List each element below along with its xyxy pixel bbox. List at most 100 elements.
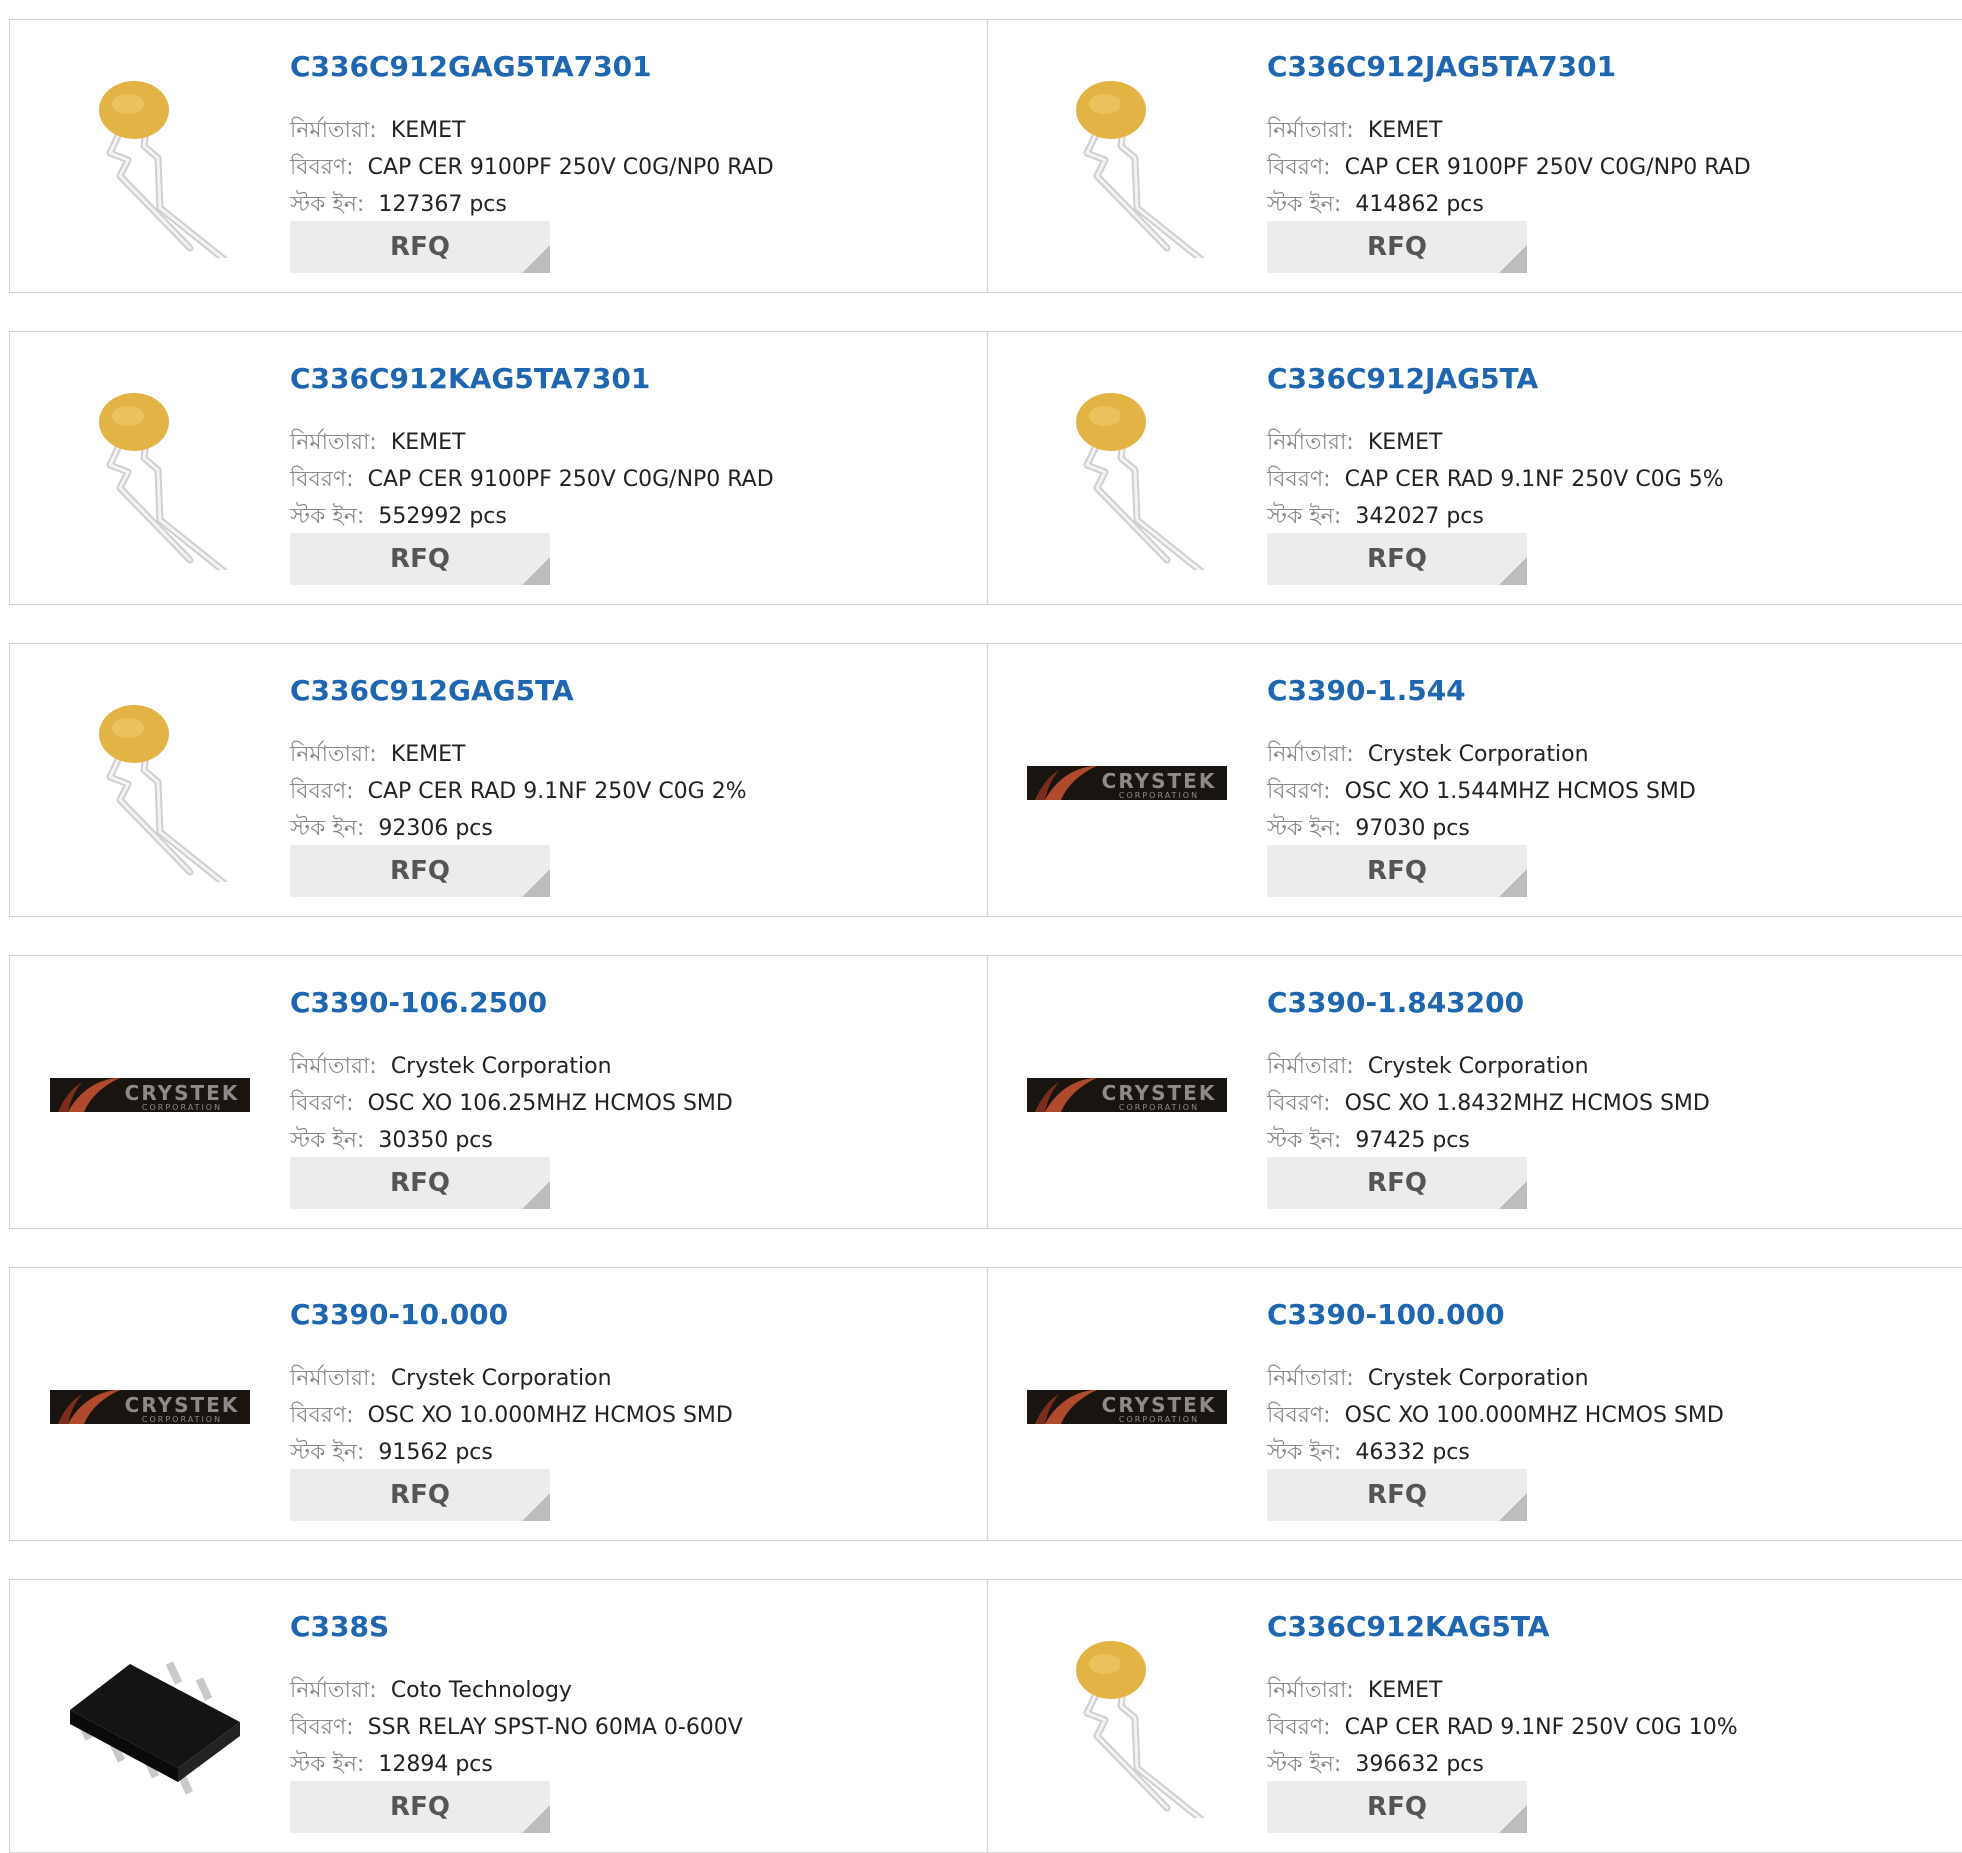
- part-number-link[interactable]: C336C912GAG5TA7301: [290, 50, 652, 83]
- product-card: CRYSTEK CORPORATION C3390-1.843200 নির্ম…: [987, 956, 1962, 1228]
- product-card: C338S নির্মাতারা: Coto Technology বিবরণ: S…: [10, 1580, 988, 1852]
- crystek-logo-icon: CRYSTEK CORPORATION: [1027, 766, 1227, 800]
- part-number-link[interactable]: C336C912GAG5TA: [290, 674, 574, 707]
- rfq-button[interactable]: RFQ: [290, 1157, 550, 1209]
- manufacturer-value: Coto Technology: [390, 1678, 572, 1703]
- description-label: বিবরণ:: [290, 1715, 354, 1740]
- rfq-button[interactable]: RFQ: [290, 1469, 550, 1521]
- manufacturer-label: নির্মাতারা:: [1267, 1366, 1354, 1391]
- description-value: CAP CER 9100PF 250V C0G/NP0 RAD: [1344, 155, 1751, 180]
- rfq-button[interactable]: RFQ: [1267, 1157, 1527, 1209]
- description-line: বিবরণ: OSC XO 10.000MHZ HCMOS SMD: [290, 1401, 733, 1431]
- product-image[interactable]: CRYSTEK CORPORATION: [50, 1306, 250, 1506]
- part-number-link[interactable]: C336C912KAG5TA: [1267, 1610, 1549, 1643]
- stock-label: স্টক ইন:: [290, 816, 365, 841]
- manufacturer-label: নির্মাতারা:: [1267, 1054, 1354, 1079]
- smd-relay-chip-icon: [70, 1661, 240, 1795]
- product-image[interactable]: [1027, 1618, 1227, 1818]
- description-line: বিবরণ: CAP CER RAD 9.1NF 250V C0G 2%: [290, 777, 747, 807]
- rfq-button[interactable]: RFQ: [1267, 1469, 1527, 1521]
- product-image[interactable]: CRYSTEK CORPORATION: [1027, 1306, 1227, 1506]
- part-number-link[interactable]: C3390-100.000: [1267, 1298, 1505, 1331]
- description-line: বিবরণ: OSC XO 1.8432MHZ HCMOS SMD: [1267, 1089, 1710, 1119]
- product-image[interactable]: [50, 682, 250, 882]
- svg-text:CORPORATION: CORPORATION: [1119, 1103, 1199, 1112]
- product-image[interactable]: CRYSTEK CORPORATION: [1027, 994, 1227, 1194]
- stock-value: 97030 pcs: [1355, 816, 1470, 841]
- stock-value: 12894 pcs: [378, 1752, 493, 1777]
- stock-value: 30350 pcs: [378, 1128, 493, 1153]
- product-row: C336C912KAG5TA7301 নির্মাতারা: KEMET বিবর…: [9, 331, 1962, 605]
- part-number-link[interactable]: C336C912KAG5TA7301: [290, 362, 650, 395]
- manufacturer-value: Crystek Corporation: [390, 1366, 612, 1391]
- ceramic-capacitor-icon: [1076, 393, 1206, 570]
- description-value: OSC XO 10.000MHZ HCMOS SMD: [367, 1403, 733, 1428]
- rfq-button[interactable]: RFQ: [1267, 845, 1527, 897]
- description-value: CAP CER RAD 9.1NF 250V C0G 2%: [367, 779, 747, 804]
- description-line: বিবরণ: CAP CER RAD 9.1NF 250V C0G 10%: [1267, 1713, 1738, 1743]
- stock-line: স্টক ইন: 97030 pcs: [1267, 814, 1470, 844]
- product-image[interactable]: CRYSTEK CORPORATION: [1027, 682, 1227, 882]
- rfq-button[interactable]: RFQ: [1267, 221, 1527, 273]
- product-image[interactable]: CRYSTEK CORPORATION: [50, 994, 250, 1194]
- manufacturer-label: নির্মাতারা:: [1267, 430, 1354, 455]
- manufacturer-label: নির্মাতারা:: [290, 1054, 377, 1079]
- description-value: CAP CER 9100PF 250V C0G/NP0 RAD: [367, 467, 774, 492]
- product-row: C336C912GAG5TA নির্মাতারা: KEMET বিবরণ: CA…: [9, 643, 1962, 917]
- part-number-link[interactable]: C3390-1.544: [1267, 674, 1466, 707]
- stock-label: স্টক ইন:: [290, 1440, 365, 1465]
- manufacturer-label: নির্মাতারা:: [1267, 1678, 1354, 1703]
- manufacturer-label: নির্মাতারা:: [290, 742, 377, 767]
- ceramic-capacitor-icon: [99, 705, 229, 882]
- stock-label: স্টক ইন:: [1267, 1128, 1342, 1153]
- rfq-button[interactable]: RFQ: [1267, 533, 1527, 585]
- stock-label: স্টক ইন:: [290, 504, 365, 529]
- stock-line: স্টক ইন: 46332 pcs: [1267, 1438, 1470, 1468]
- rfq-button[interactable]: RFQ: [1267, 1781, 1527, 1833]
- product-image[interactable]: [1027, 370, 1227, 570]
- stock-label: স্টক ইন:: [290, 1128, 365, 1153]
- stock-value: 396632 pcs: [1355, 1752, 1484, 1777]
- svg-text:CRYSTEK: CRYSTEK: [125, 1393, 240, 1417]
- manufacturer-value: Crystek Corporation: [390, 1054, 612, 1079]
- svg-text:CORPORATION: CORPORATION: [1119, 1415, 1199, 1424]
- stock-line: স্টক ইন: 12894 pcs: [290, 1750, 493, 1780]
- description-value: SSR RELAY SPST-NO 60MA 0-600V: [367, 1715, 743, 1740]
- rfq-button[interactable]: RFQ: [290, 533, 550, 585]
- description-line: বিবরণ: CAP CER 9100PF 250V C0G/NP0 RAD: [1267, 153, 1751, 183]
- part-number-link[interactable]: C336C912JAG5TA: [1267, 362, 1538, 395]
- manufacturer-line: নির্মাতারা: KEMET: [290, 740, 465, 770]
- description-line: বিবরণ: CAP CER 9100PF 250V C0G/NP0 RAD: [290, 465, 774, 495]
- stock-line: স্টক ইন: 396632 pcs: [1267, 1750, 1484, 1780]
- part-number-link[interactable]: C3390-1.843200: [1267, 986, 1524, 1019]
- rfq-button[interactable]: RFQ: [290, 1781, 550, 1833]
- product-row: C338S নির্মাতারা: Coto Technology বিবরণ: S…: [9, 1579, 1962, 1853]
- product-card: C336C912JAG5TA নির্মাতারা: KEMET বিবরণ: CA…: [987, 332, 1962, 604]
- product-image[interactable]: [50, 370, 250, 570]
- manufacturer-line: নির্মাতারা: Crystek Corporation: [290, 1364, 612, 1394]
- rfq-button[interactable]: RFQ: [290, 845, 550, 897]
- crystek-logo-icon: CRYSTEK CORPORATION: [1027, 1390, 1227, 1424]
- stock-label: স্টক ইন:: [1267, 1440, 1342, 1465]
- product-image[interactable]: [1027, 58, 1227, 258]
- part-number-link[interactable]: C336C912JAG5TA7301: [1267, 50, 1616, 83]
- product-card: C336C912KAG5TA7301 নির্মাতারা: KEMET বিবর…: [10, 332, 988, 604]
- product-image[interactable]: [50, 1618, 250, 1818]
- description-value: OSC XO 106.25MHZ HCMOS SMD: [367, 1091, 733, 1116]
- product-image[interactable]: [50, 58, 250, 258]
- corner-triangle-icon: [1499, 557, 1527, 585]
- manufacturer-value: KEMET: [390, 742, 466, 767]
- description-value: CAP CER RAD 9.1NF 250V C0G 10%: [1344, 1715, 1738, 1740]
- description-label: বিবরণ:: [1267, 1715, 1331, 1740]
- part-number-link[interactable]: C338S: [290, 1610, 389, 1643]
- product-card: C336C912GAG5TA7301 নির্মাতারা: KEMET বিবর…: [10, 20, 988, 292]
- rfq-button[interactable]: RFQ: [290, 221, 550, 273]
- corner-triangle-icon: [1499, 1181, 1527, 1209]
- svg-text:CRYSTEK: CRYSTEK: [1102, 1081, 1217, 1105]
- corner-triangle-icon: [522, 869, 550, 897]
- part-number-link[interactable]: C3390-10.000: [290, 1298, 508, 1331]
- description-label: বিবরণ:: [1267, 779, 1331, 804]
- stock-line: স্টক ইন: 414862 pcs: [1267, 190, 1484, 220]
- stock-label: স্টক ইন:: [1267, 504, 1342, 529]
- part-number-link[interactable]: C3390-106.2500: [290, 986, 547, 1019]
